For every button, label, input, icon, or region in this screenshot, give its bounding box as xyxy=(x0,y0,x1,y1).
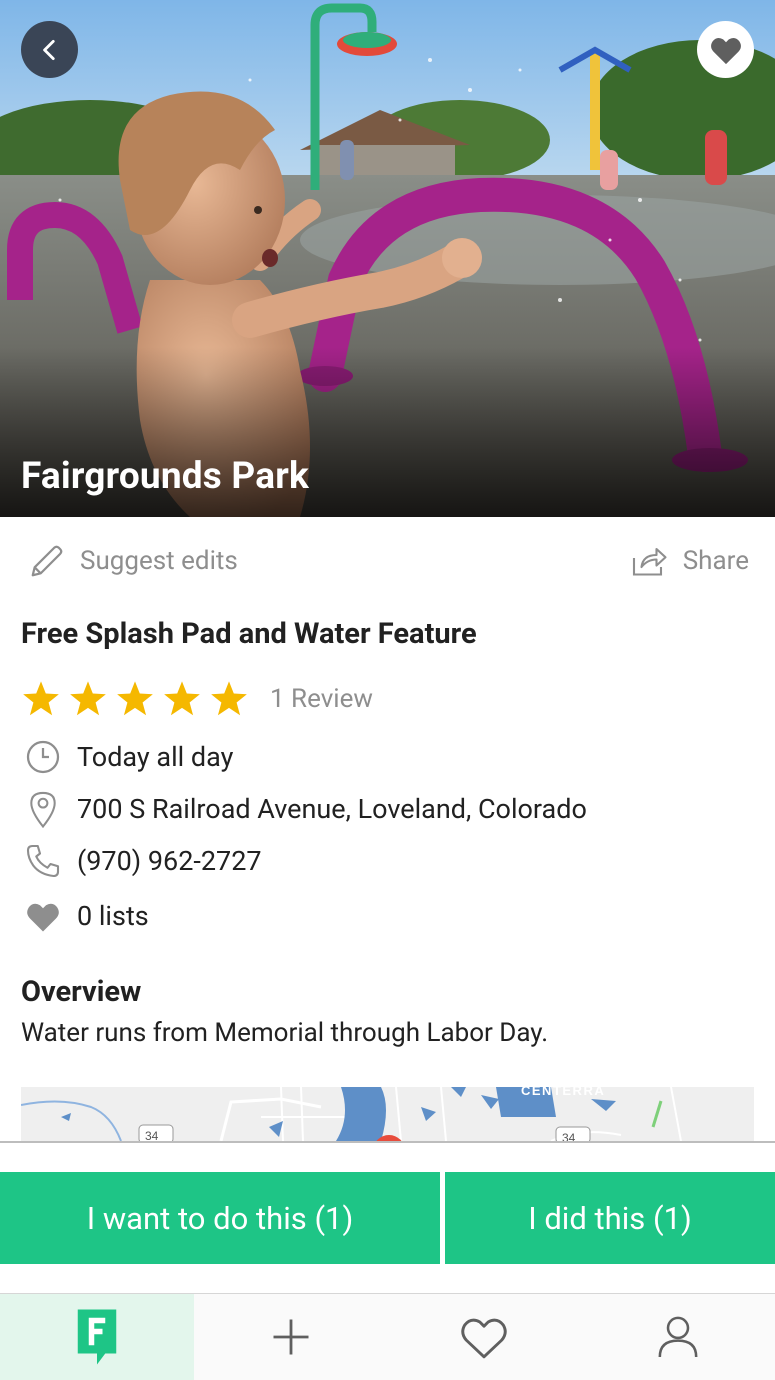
star-icon xyxy=(117,681,153,716)
did-this-button[interactable]: I did this (1) xyxy=(445,1172,775,1264)
map-label-highway: 34 xyxy=(145,1129,159,1141)
hero-image: Fairgrounds Park xyxy=(0,0,775,517)
add-icon xyxy=(273,1319,309,1355)
nav-profile[interactable] xyxy=(581,1294,775,1380)
address-row[interactable]: 700 S Railroad Avenue, Loveland, Colorad… xyxy=(24,789,587,829)
favorites-icon xyxy=(461,1318,508,1359)
lists-row[interactable]: 0 lists xyxy=(24,896,149,936)
heart-icon xyxy=(24,897,62,935)
share-icon xyxy=(632,547,667,576)
profile-icon xyxy=(658,1316,698,1358)
location-map[interactable]: CENTERRA 34 34 xyxy=(21,1087,754,1141)
hours-row: Today all day xyxy=(24,737,233,777)
pencil-icon xyxy=(31,545,63,577)
share-button[interactable]: Share xyxy=(631,538,749,584)
nav-favorites[interactable] xyxy=(388,1294,582,1380)
overview-heading: Overview xyxy=(21,975,142,1009)
suggest-edits-button[interactable]: Suggest edits xyxy=(28,538,238,584)
map-label-highway: 34 xyxy=(562,1131,576,1141)
suggest-edits-label: Suggest edits xyxy=(80,546,238,576)
clock-icon xyxy=(24,738,62,776)
favorite-button[interactable] xyxy=(697,21,754,78)
divider xyxy=(0,1141,775,1143)
place-title: Fairgrounds Park xyxy=(21,455,309,498)
home-icon xyxy=(77,1309,117,1365)
lists-text: 0 lists xyxy=(77,900,149,932)
back-button[interactable] xyxy=(21,21,78,78)
want-to-do-button[interactable]: I want to do this (1) xyxy=(0,1172,440,1264)
map-label-centerra: CENTERRA xyxy=(521,1087,605,1098)
review-count-link[interactable]: 1 Review xyxy=(270,684,373,714)
map-tiles: CENTERRA 34 34 xyxy=(21,1087,754,1141)
bottom-nav xyxy=(0,1293,775,1380)
star-icon xyxy=(70,681,106,716)
phone-row[interactable]: (970) 962-2727 xyxy=(24,841,262,881)
rating-row: 1 Review xyxy=(21,680,373,718)
location-pin-icon xyxy=(24,790,62,828)
chevron-left-icon xyxy=(42,39,55,60)
place-subtitle: Free Splash Pad and Water Feature xyxy=(21,617,477,651)
share-label: Share xyxy=(682,546,749,576)
star-icon xyxy=(23,681,59,716)
star-icon xyxy=(211,681,247,716)
heart-icon xyxy=(710,37,741,64)
hours-text: Today all day xyxy=(77,741,234,773)
overview-text: Water runs from Memorial through Labor D… xyxy=(21,1018,549,1048)
star-icon xyxy=(164,681,200,716)
address-text: 700 S Railroad Avenue, Loveland, Colorad… xyxy=(77,793,587,825)
phone-icon xyxy=(24,842,62,880)
phone-text: (970) 962-2727 xyxy=(77,845,262,877)
nav-add[interactable] xyxy=(194,1294,388,1380)
nav-home[interactable] xyxy=(0,1294,194,1380)
